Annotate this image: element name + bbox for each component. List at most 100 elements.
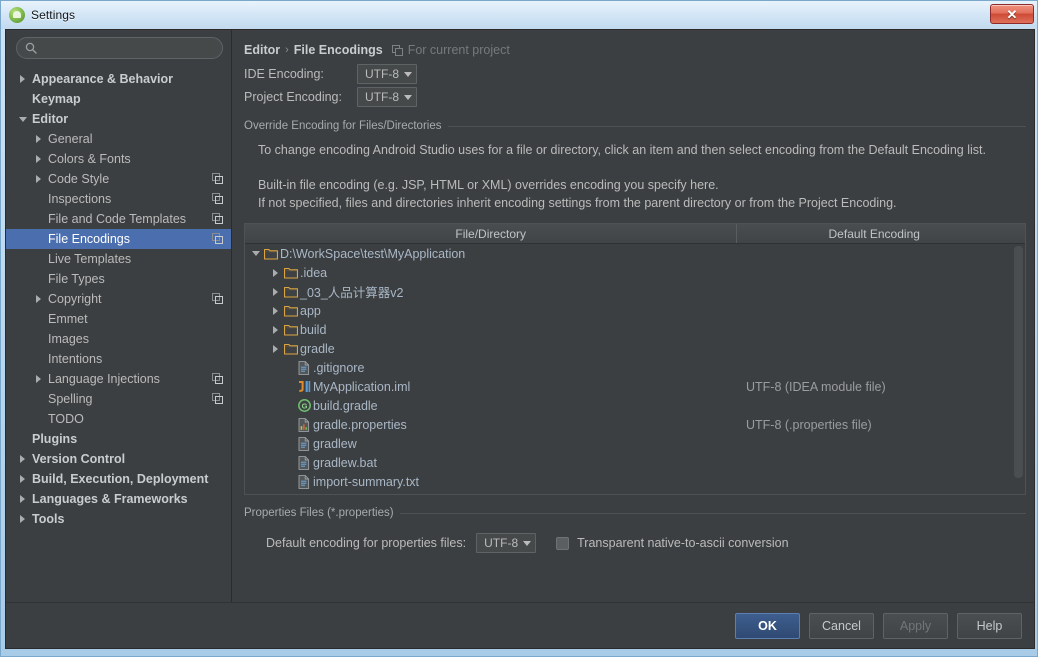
sidebar-item-intentions[interactable]: Intentions <box>6 349 231 369</box>
sidebar-item-file-encodings[interactable]: File Encodings <box>6 229 231 249</box>
sidebar-item-keymap[interactable]: Keymap <box>6 89 231 109</box>
chevron-right-icon[interactable] <box>269 287 282 296</box>
file-name-label: build.gradle <box>313 398 378 413</box>
chevron-right-icon[interactable] <box>16 75 29 83</box>
sidebar-item-editor[interactable]: Editor <box>6 109 231 129</box>
group-divider <box>399 512 1026 514</box>
chevron-right-icon[interactable] <box>16 495 29 503</box>
project-encoding-select[interactable]: UTF-8 <box>357 87 417 107</box>
sidebar-item-file-types[interactable]: File Types <box>6 269 231 289</box>
default-encoding-cell[interactable]: UTF-8 (.properties file) <box>745 418 1025 432</box>
sidebar-item-copyright[interactable]: Copyright <box>6 289 231 309</box>
table-row[interactable]: build <box>245 320 1025 339</box>
sidebar-item-live-templates[interactable]: Live Templates <box>6 249 231 269</box>
table-row[interactable]: MyApplication.iml UTF-8 (IDEA module file… <box>245 377 1025 396</box>
sidebar-item-language-injections[interactable]: Language Injections <box>6 369 231 389</box>
ide-encoding-select[interactable]: UTF-8 <box>357 64 417 84</box>
table-row[interactable]: gradlew.bat <box>245 453 1025 472</box>
title-bar[interactable]: Settings ✕ <box>1 1 1037 29</box>
settings-tree: Appearance & Behavior Keymap Editor General… <box>6 68 231 602</box>
sidebar-item-images[interactable]: Images <box>6 329 231 349</box>
breadcrumb-root[interactable]: Editor <box>244 43 280 57</box>
file-name-cell: D:\WorkSpace\test\MyApplication <box>245 247 745 261</box>
close-button[interactable]: ✕ <box>990 4 1034 24</box>
sidebar-item-code-style[interactable]: Code Style <box>6 169 231 189</box>
chevron-right-icon[interactable] <box>16 475 29 483</box>
file-name-label: .idea <box>300 265 328 280</box>
table-vertical-scrollbar[interactable] <box>1014 246 1023 478</box>
default-encoding-cell[interactable]: UTF-8 (IDEA module file) <box>745 380 1025 394</box>
dialog-body: Appearance & Behavior Keymap Editor General… <box>6 30 1034 602</box>
iml-icon <box>295 380 313 393</box>
table-row[interactable]: gradle.properties UTF-8 (.properties file… <box>245 415 1025 434</box>
search-input[interactable] <box>42 41 214 55</box>
sidebar-item-version-control[interactable]: Version Control <box>6 449 231 469</box>
sidebar-item-appearance-behavior[interactable]: Appearance & Behavior <box>6 69 231 89</box>
chevron-right-icon[interactable] <box>269 344 282 353</box>
sidebar-item-emmet[interactable]: Emmet <box>6 309 231 329</box>
dialog-footer: OK Cancel Apply Help <box>6 602 1034 648</box>
column-header-default-encoding[interactable]: Default Encoding <box>737 224 1011 243</box>
table-row[interactable]: local.properties UTF-8 (.properties file) <box>245 491 1025 495</box>
table-row[interactable]: .idea <box>245 263 1025 282</box>
chevron-right-icon[interactable] <box>32 135 45 143</box>
sidebar-item-todo[interactable]: TODO <box>6 409 231 429</box>
sidebar-item-label: Appearance & Behavior <box>32 72 174 86</box>
file-name-cell: .idea <box>245 266 745 280</box>
properties-encoding-select[interactable]: UTF-8 <box>476 533 537 553</box>
chevron-down-icon[interactable] <box>16 116 29 122</box>
table-row[interactable]: import-summary.txt <box>245 472 1025 491</box>
table-row[interactable]: gradlew <box>245 434 1025 453</box>
sidebar-item-label: Images <box>48 332 89 346</box>
chevron-right-icon[interactable] <box>269 325 282 334</box>
sidebar-item-plugins[interactable]: Plugins <box>6 429 231 449</box>
ok-button[interactable]: OK <box>735 612 800 639</box>
file-name-label: local.properties <box>313 494 398 495</box>
file-name-label: gradlew <box>313 436 357 451</box>
native-to-ascii-checkbox-wrapper[interactable]: Transparent native-to-ascii conversion <box>556 536 789 550</box>
chevron-down-icon <box>404 71 412 77</box>
chevron-down-icon[interactable] <box>249 251 262 256</box>
table-rows: D:\WorkSpace\test\MyApplication .idea _03_… <box>245 244 1025 494</box>
folder-icon <box>282 267 300 279</box>
default-encoding-cell[interactable]: UTF-8 (.properties file) <box>745 494 1025 495</box>
chevron-right-icon[interactable] <box>32 295 45 303</box>
file-name-cell: Gbuild.gradle <box>245 399 745 413</box>
table-row[interactable]: app <box>245 301 1025 320</box>
apply-button[interactable]: Apply <box>883 612 948 639</box>
override-encoding-group: Override Encoding for Files/Directories … <box>244 120 1026 495</box>
chevron-right-icon[interactable] <box>269 268 282 277</box>
search-box[interactable] <box>16 37 223 59</box>
sidebar-item-tools[interactable]: Tools <box>6 509 231 529</box>
sidebar-item-spelling[interactable]: Spelling <box>6 389 231 409</box>
help-button[interactable]: Help <box>957 612 1022 639</box>
folder-icon <box>282 286 300 298</box>
sidebar-item-build-execution-deployment[interactable]: Build, Execution, Deployment <box>6 469 231 489</box>
copy-icon <box>212 293 223 307</box>
table-row[interactable]: Gbuild.gradle <box>245 396 1025 415</box>
chevron-right-icon[interactable] <box>16 515 29 523</box>
sidebar-item-label: Intentions <box>48 352 103 366</box>
sidebar-item-languages-frameworks[interactable]: Languages & Frameworks <box>6 489 231 509</box>
sidebar-item-label: Keymap <box>32 92 81 106</box>
chevron-right-icon[interactable] <box>32 375 45 383</box>
cancel-button[interactable]: Cancel <box>809 612 874 639</box>
table-row[interactable]: .gitignore <box>245 358 1025 377</box>
file-name-cell: gradle <box>245 342 745 356</box>
chevron-right-icon[interactable] <box>32 155 45 163</box>
native-to-ascii-checkbox[interactable] <box>556 536 570 550</box>
sidebar-item-file-and-code-templates[interactable]: File and Code Templates <box>6 209 231 229</box>
chevron-right-icon[interactable] <box>269 306 282 315</box>
table-row[interactable]: D:\WorkSpace\test\MyApplication <box>245 244 1025 263</box>
file-name-label: .gitignore <box>313 360 365 375</box>
chevron-right-icon[interactable] <box>32 175 45 183</box>
project-encoding-label: Project Encoding: <box>244 90 342 104</box>
breadcrumb-current: File Encodings <box>293 43 383 57</box>
sidebar-item-inspections[interactable]: Inspections <box>6 189 231 209</box>
column-header-file-directory[interactable]: File/Directory <box>245 224 738 243</box>
chevron-right-icon[interactable] <box>16 455 29 463</box>
sidebar-item-colors-fonts[interactable]: Colors & Fonts <box>6 149 231 169</box>
table-row[interactable]: gradle <box>245 339 1025 358</box>
table-row[interactable]: _03_人品计算器v2 <box>245 282 1025 301</box>
sidebar-item-general[interactable]: General <box>6 129 231 149</box>
